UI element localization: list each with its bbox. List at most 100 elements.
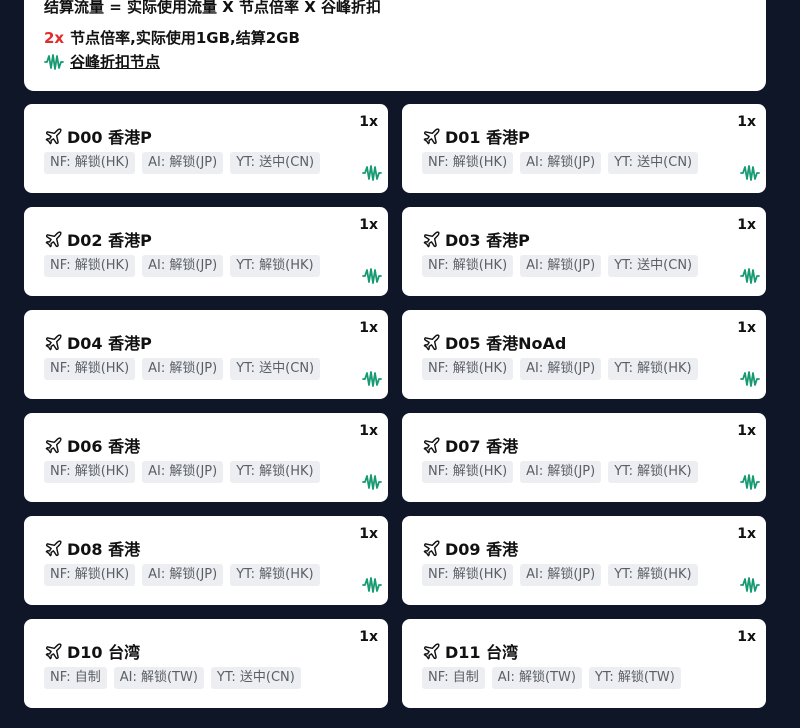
node-name: D11 台湾 [445,643,519,662]
wave-icon [740,472,760,492]
node-title: D08 香港 [44,536,140,560]
valley-discount-link[interactable]: 谷峰折扣节点 [44,51,160,72]
node-name: D04 香港P [67,334,152,353]
node-card[interactable]: D03 香港P 1x NF: 解锁(HK) AI: 解锁(JP) YT: 送中(CN) [402,207,766,296]
airplane-icon [44,539,63,558]
node-rate: 1x [359,423,378,439]
airplane-icon [422,436,441,455]
node-rate: 1x [359,217,378,233]
node-title: D11 台湾 [422,639,518,663]
wave-icon [362,369,382,389]
unlock-tag: AI: 解锁(JP) [142,461,224,483]
multiplier-value: 2x [44,29,65,47]
airplane-icon [422,127,441,146]
airplane-icon [44,642,63,661]
node-card[interactable]: D08 香港 1x NF: 解锁(HK) AI: 解锁(JP) YT: 解锁(HK) [24,516,388,605]
unlock-tags: NF: 解锁(HK) AI: 解锁(JP) YT: 送中(CN) [44,152,321,174]
unlock-tag: AI: 解锁(JP) [520,358,602,380]
unlock-tags: NF: 解锁(HK) AI: 解锁(JP) YT: 解锁(HK) [422,564,698,586]
unlock-tag: AI: 解锁(JP) [520,255,602,277]
unlock-tag: YT: 解锁(HK) [608,461,698,483]
airplane-icon [422,230,441,249]
unlock-tag: NF: 解锁(HK) [422,152,514,174]
node-title: D07 香港 [422,433,518,457]
unlock-tags: NF: 解锁(HK) AI: 解锁(JP) YT: 解锁(HK) [44,461,320,483]
node-rate: 1x [737,526,756,542]
node-rate: 1x [359,526,378,542]
unlock-tag: AI: 解锁(TW) [491,667,582,689]
node-rate: 1x [737,629,756,645]
node-rate: 1x [737,320,756,336]
traffic-info-card: 结算流量 = 实际使用流量 X 节点倍率 X 谷峰折扣 2x 节点倍率,实际使用1… [24,0,766,91]
node-title: D02 香港P [44,227,152,251]
node-title: D10 台湾 [44,639,140,663]
unlock-tags: NF: 解锁(HK) AI: 解锁(JP) YT: 解锁(HK) [422,461,698,483]
airplane-icon [44,333,63,352]
wave-icon [740,163,760,183]
node-card[interactable]: D00 香港P 1x NF: 解锁(HK) AI: 解锁(JP) YT: 送中(CN) [24,104,388,193]
node-card[interactable]: D09 香港 1x NF: 解锁(HK) AI: 解锁(JP) YT: 解锁(HK) [402,516,766,605]
unlock-tag: YT: 送中(CN) [230,152,321,174]
wave-icon [740,369,760,389]
unlock-tags: NF: 解锁(HK) AI: 解锁(JP) YT: 送中(CN) [422,255,699,277]
node-title: D00 香港P [44,124,152,148]
unlock-tags: NF: 解锁(HK) AI: 解锁(JP) YT: 解锁(HK) [44,255,320,277]
node-name: D03 香港P [445,231,530,250]
unlock-tag: YT: 解锁(HK) [608,358,698,380]
unlock-tag: AI: 解锁(JP) [520,461,602,483]
unlock-tag: NF: 解锁(HK) [44,461,136,483]
node-name: D00 香港P [67,128,152,147]
multiplier-example-text: 节点倍率,实际使用1GB,结算2GB [70,29,300,47]
unlock-tag: AI: 解锁(JP) [142,152,224,174]
node-card[interactable]: D11 台湾 1x NF: 自制 AI: 解锁(TW) YT: 解锁(TW) [402,619,766,708]
node-title: D09 香港 [422,536,518,560]
unlock-tag: YT: 解锁(HK) [608,564,698,586]
node-name: D01 香港P [445,128,530,147]
node-card[interactable]: D10 台湾 1x NF: 自制 AI: 解锁(TW) YT: 送中(CN) [24,619,388,708]
wave-icon [362,163,382,183]
unlock-tags: NF: 自制 AI: 解锁(TW) YT: 解锁(TW) [422,667,681,689]
unlock-tag: NF: 解锁(HK) [422,358,514,380]
node-card[interactable]: D05 香港NoAd 1x NF: 解锁(HK) AI: 解锁(JP) YT: 解锁(H… [402,310,766,399]
node-rate: 1x [359,629,378,645]
airplane-icon [422,642,441,661]
unlock-tag: YT: 送中(CN) [230,358,321,380]
unlock-tag: YT: 解锁(TW) [588,667,681,689]
unlock-tag: AI: 解锁(JP) [520,152,602,174]
unlock-tag: NF: 解锁(HK) [44,358,136,380]
unlock-tag: AI: 解锁(JP) [142,564,224,586]
unlock-tags: NF: 解锁(HK) AI: 解锁(JP) YT: 解锁(HK) [44,564,320,586]
node-title: D05 香港NoAd [422,330,566,354]
node-card[interactable]: D02 香港P 1x NF: 解锁(HK) AI: 解锁(JP) YT: 解锁(HK) [24,207,388,296]
unlock-tag: YT: 解锁(HK) [230,461,320,483]
node-rate: 1x [737,217,756,233]
unlock-tag: YT: 送中(CN) [210,667,301,689]
node-name: D10 台湾 [67,643,141,662]
node-card[interactable]: D07 香港 1x NF: 解锁(HK) AI: 解锁(JP) YT: 解锁(HK) [402,413,766,502]
node-card[interactable]: D01 香港P 1x NF: 解锁(HK) AI: 解锁(JP) YT: 送中(CN) [402,104,766,193]
unlock-tag: NF: 解锁(HK) [44,564,136,586]
node-name: D05 香港NoAd [445,334,567,353]
node-name: D09 香港 [445,540,519,559]
wave-icon [44,53,64,70]
wave-icon [740,266,760,286]
unlock-tag: NF: 自制 [44,667,107,689]
unlock-tags: NF: 解锁(HK) AI: 解锁(JP) YT: 解锁(HK) [422,358,698,380]
airplane-icon [422,333,441,352]
node-rate: 1x [737,114,756,130]
unlock-tag: YT: 送中(CN) [608,255,699,277]
unlock-tag: AI: 解锁(JP) [142,358,224,380]
airplane-icon [44,127,63,146]
node-card[interactable]: D04 香港P 1x NF: 解锁(HK) AI: 解锁(JP) YT: 送中(CN) [24,310,388,399]
node-title: D01 香港P [422,124,530,148]
valley-discount-link-label[interactable]: 谷峰折扣节点 [70,51,160,72]
unlock-tag: NF: 解锁(HK) [422,461,514,483]
traffic-formula: 结算流量 = 实际使用流量 X 节点倍率 X 谷峰折扣 [44,0,382,16]
wave-icon [740,575,760,595]
unlock-tag: AI: 解锁(JP) [520,564,602,586]
unlock-tag: AI: 解锁(TW) [113,667,204,689]
node-card[interactable]: D06 香港 1x NF: 解锁(HK) AI: 解锁(JP) YT: 解锁(HK) [24,413,388,502]
unlock-tags: NF: 自制 AI: 解锁(TW) YT: 送中(CN) [44,667,301,689]
node-title: D04 香港P [44,330,152,354]
unlock-tag: NF: 解锁(HK) [44,152,136,174]
